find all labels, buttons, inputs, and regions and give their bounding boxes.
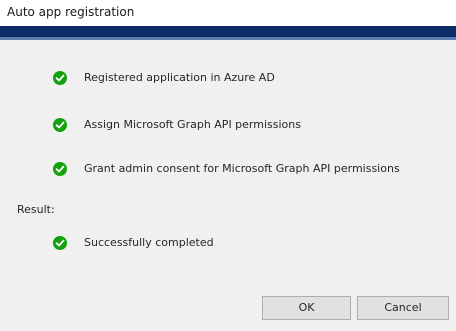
window-title: Auto app registration [7, 5, 135, 19]
step-label: Assign Microsoft Graph API permissions [84, 118, 301, 131]
check-circle-icon [53, 162, 67, 176]
dialog-window: Auto app registration Registered applica… [0, 0, 456, 331]
header-banner [0, 26, 456, 37]
check-circle-icon [53, 71, 67, 85]
header-divider [0, 37, 456, 40]
result-status-label: Successfully completed [84, 236, 214, 249]
step-label: Grant admin consent for Microsoft Graph … [84, 162, 400, 175]
check-circle-icon [53, 118, 67, 132]
check-circle-icon [53, 236, 67, 250]
cancel-button[interactable]: Cancel [357, 296, 449, 320]
ok-button[interactable]: OK [262, 296, 351, 320]
title-bar[interactable]: Auto app registration [0, 0, 456, 26]
result-heading: Result: [17, 203, 55, 216]
step-label: Registered application in Azure AD [84, 71, 275, 84]
